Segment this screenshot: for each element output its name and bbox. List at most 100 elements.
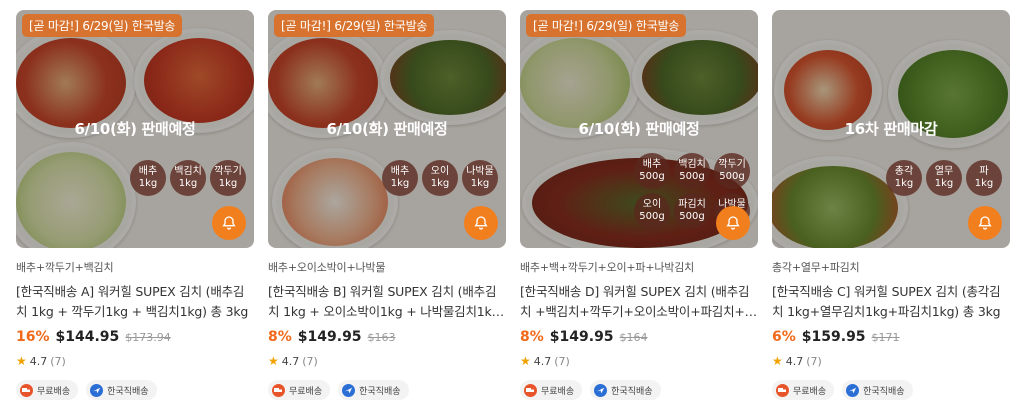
- item-circle: 오이 1kg: [422, 160, 458, 196]
- sale-price: $144.95: [55, 329, 120, 345]
- review-count: (7): [806, 354, 822, 368]
- bell-icon: [222, 216, 236, 230]
- item-circle: 배추 1kg: [130, 160, 166, 196]
- original-price: $171: [871, 331, 900, 344]
- product-image[interactable]: [곧 마감!] 6/29(일) 한국발송 6/10(화) 판매예정 배추 1kg …: [268, 10, 506, 248]
- rating-value: 4.7: [785, 354, 804, 368]
- sale-price: $149.95: [297, 329, 362, 345]
- item-circle: 열무 1kg: [926, 160, 962, 196]
- notify-button[interactable]: [968, 206, 1002, 240]
- item-circle: 오이 500g: [634, 193, 670, 229]
- price-row: 8% $149.95 $163: [268, 329, 506, 345]
- direct-shipping-badge: 한국직배송: [338, 380, 409, 400]
- product-title[interactable]: [한국직배송 B] 워커힐 SUPEX 김치 (배추김치 1kg + 오이소박이…: [268, 282, 506, 322]
- direct-shipping-badge: 한국직배송: [86, 380, 157, 400]
- discount-rate: 8%: [268, 329, 292, 345]
- rating-value: 4.7: [281, 354, 300, 368]
- direct-shipping-badge: 한국직배송: [590, 380, 661, 400]
- star-icon: ★: [520, 354, 531, 368]
- price-row: 8% $149.95 $164: [520, 329, 758, 345]
- promo-badge: [곧 마감!] 6/29(일) 한국발송: [526, 14, 687, 37]
- airplane-icon: [846, 383, 860, 397]
- notify-button[interactable]: [716, 206, 750, 240]
- original-price: $173.94: [125, 331, 171, 344]
- sale-status: 6/10(화) 판매예정: [74, 120, 196, 138]
- promo-badge: [곧 마감!] 6/29(일) 한국발송: [22, 14, 183, 37]
- product-subtitle: 배추+오이소박이+나박물: [268, 261, 386, 274]
- item-circle: 백김치 500g: [674, 153, 710, 189]
- truck-icon: [20, 383, 33, 397]
- item-circle: 깍두기 500g: [714, 153, 750, 189]
- rating: ★ 4.7 (7): [520, 354, 758, 368]
- item-circle: 총각 1kg: [886, 160, 922, 196]
- sale-price: $159.95: [801, 329, 866, 345]
- bell-icon: [474, 216, 488, 230]
- price-row: 6% $159.95 $171: [772, 329, 1010, 345]
- airplane-icon: [594, 383, 608, 397]
- item-circles: 배추 1kg 백김치 1kg 깍두기 1kg: [122, 160, 246, 196]
- discount-rate: 16%: [16, 329, 50, 345]
- shipping-badges: 무료배송 한국직배송: [16, 380, 254, 400]
- product-subtitle: 배추+백+깍두기+오이+파+나박김치: [520, 261, 695, 274]
- star-icon: ★: [16, 354, 27, 368]
- product-subtitle: 총각+열무+파김치: [772, 261, 860, 274]
- price-row: 16% $144.95 $173.94: [16, 329, 254, 345]
- rating: ★ 4.7 (7): [772, 354, 1010, 368]
- item-circle: 배추 1kg: [382, 160, 418, 196]
- discount-rate: 6%: [772, 329, 796, 345]
- item-circles: 총각 1kg 열무 1kg 파 1kg: [878, 160, 1002, 196]
- item-circle: 배추 500g: [634, 153, 670, 189]
- shipping-badges: 무료배송 한국직배송: [268, 380, 506, 400]
- star-icon: ★: [268, 354, 279, 368]
- product-image[interactable]: 16차 판매마감 총각 1kg 열무 1kg 파 1kg: [772, 10, 1010, 248]
- airplane-icon: [342, 383, 356, 397]
- item-circles: 배추 1kg 오이 1kg 나박물 1kg: [374, 160, 498, 196]
- free-shipping-badge: 무료배송: [268, 380, 331, 400]
- rating-value: 4.7: [533, 354, 552, 368]
- product-title[interactable]: [한국직배송 D] 워커힐 SUPEX 김치 (배추김치 +백김치+깍두기+오이…: [520, 282, 758, 322]
- truck-icon: [272, 383, 285, 397]
- product-title[interactable]: [한국직배송 C] 워커힐 SUPEX 김치 (총각김치 1kg+열무김치1kg…: [772, 282, 1010, 322]
- notify-button[interactable]: [212, 206, 246, 240]
- review-count: (7): [50, 354, 66, 368]
- discount-rate: 8%: [520, 329, 544, 345]
- truck-icon: [524, 383, 537, 397]
- item-circle: 파김치 500g: [674, 193, 710, 229]
- product-card[interactable]: [곧 마감!] 6/29(일) 한국발송 6/10(화) 판매예정 배추 1kg …: [16, 10, 254, 400]
- sale-status: 16차 판매마감: [844, 120, 938, 138]
- notify-button[interactable]: [464, 206, 498, 240]
- promo-badge: [곧 마감!] 6/29(일) 한국발송: [274, 14, 435, 37]
- product-card[interactable]: 16차 판매마감 총각 1kg 열무 1kg 파 1kg 총각+열무+파김치 [한국직…: [772, 10, 1010, 400]
- product-image[interactable]: [곧 마감!] 6/29(일) 한국발송 6/10(화) 판매예정 배추 1kg …: [16, 10, 254, 248]
- product-title[interactable]: [한국직배송 A] 워커힐 SUPEX 김치 (배추김치 1kg + 깍두기1k…: [16, 282, 254, 322]
- original-price: $163: [367, 331, 396, 344]
- product-card[interactable]: [곧 마감!] 6/29(일) 한국발송 6/10(화) 판매예정 배추 1kg …: [268, 10, 506, 400]
- product-grid: [곧 마감!] 6/29(일) 한국발송 6/10(화) 판매예정 배추 1kg …: [16, 10, 1010, 400]
- bell-icon: [978, 216, 992, 230]
- sale-price: $149.95: [549, 329, 614, 345]
- review-count: (7): [554, 354, 570, 368]
- star-icon: ★: [772, 354, 783, 368]
- shipping-badges: 무료배송 한국직배송: [520, 380, 758, 400]
- rating-value: 4.7: [29, 354, 48, 368]
- product-subtitle: 배추+깍두기+백김치: [16, 261, 114, 274]
- item-circle: 백김치 1kg: [170, 160, 206, 196]
- free-shipping-badge: 무료배송: [16, 380, 79, 400]
- rating: ★ 4.7 (7): [268, 354, 506, 368]
- free-shipping-badge: 무료배송: [520, 380, 583, 400]
- review-count: (7): [302, 354, 318, 368]
- truck-icon: [776, 383, 789, 397]
- free-shipping-badge: 무료배송: [772, 380, 835, 400]
- sale-status: 6/10(화) 판매예정: [326, 120, 448, 138]
- sale-status: 6/10(화) 판매예정: [578, 120, 700, 138]
- item-circle: 깍두기 1kg: [210, 160, 246, 196]
- product-image[interactable]: [곧 마감!] 6/29(일) 한국발송 6/10(화) 판매예정 배추 500g…: [520, 10, 758, 248]
- bell-icon: [726, 216, 740, 230]
- airplane-icon: [90, 383, 104, 397]
- original-price: $164: [619, 331, 648, 344]
- item-circle: 나박물 1kg: [462, 160, 498, 196]
- product-card[interactable]: [곧 마감!] 6/29(일) 한국발송 6/10(화) 판매예정 배추 500g…: [520, 10, 758, 400]
- direct-shipping-badge: 한국직배송: [842, 380, 913, 400]
- item-circle: 파 1kg: [966, 160, 1002, 196]
- shipping-badges: 무료배송 한국직배송: [772, 380, 1010, 400]
